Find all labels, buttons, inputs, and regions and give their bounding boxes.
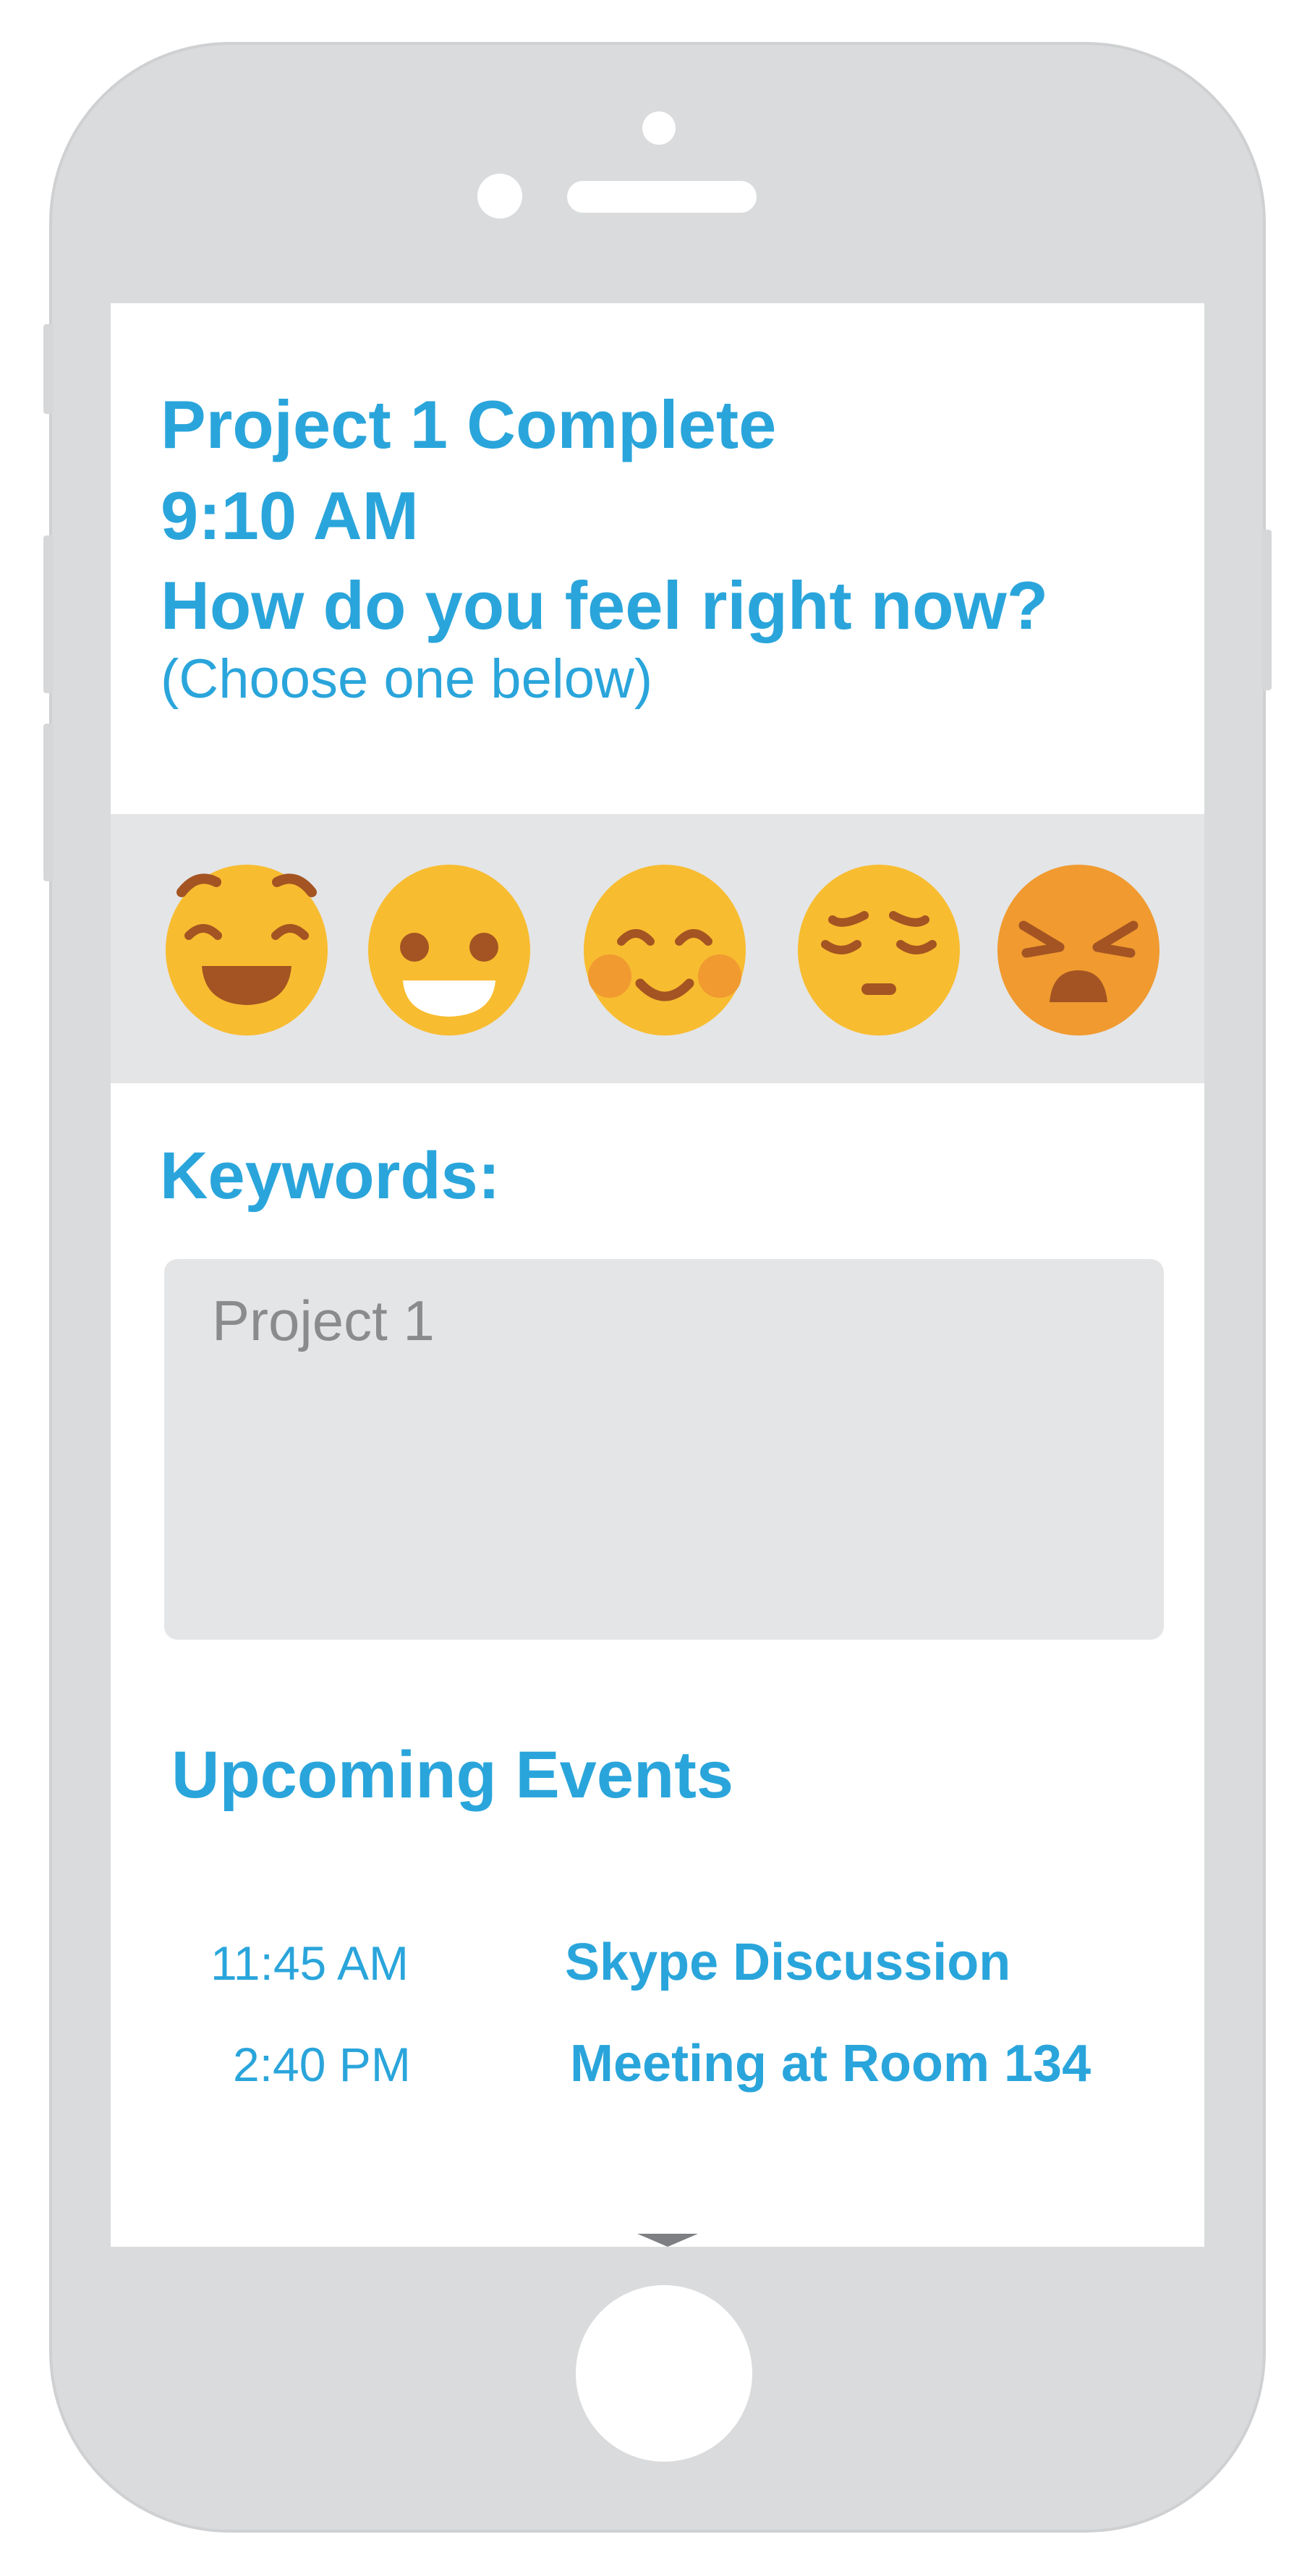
earpiece-speaker [567, 181, 757, 213]
mute-switch[interactable] [43, 324, 54, 414]
event-time: 2:40 PM [233, 2038, 411, 2091]
page-title: Project 1 Complete [161, 386, 777, 462]
mood-happy-button[interactable] [368, 865, 530, 1035]
pensive-face-icon [798, 865, 960, 1035]
upcoming-events-title: Upcoming Events [171, 1738, 734, 1812]
mood-sad-button[interactable] [798, 865, 960, 1035]
keywords-label: Keywords: [160, 1139, 501, 1213]
mood-grinning-button[interactable] [166, 865, 328, 1035]
blushing-face-icon [584, 865, 746, 1035]
power-button[interactable] [1261, 530, 1272, 690]
phone-screen: Project 1 Complete 9:10 AM How do you fe… [111, 303, 1204, 2247]
mood-question: How do you feel right now? [161, 567, 1049, 643]
front-camera [642, 111, 676, 145]
volume-down-button[interactable] [43, 724, 54, 881]
home-button[interactable] [576, 2285, 752, 2462]
scroll-handle-icon[interactable] [637, 2234, 698, 2247]
volume-up-button[interactable] [43, 535, 54, 693]
angry-face-icon [997, 865, 1159, 1035]
grinning-face-icon [166, 865, 328, 1035]
mood-hint: (Choose one below) [161, 648, 653, 710]
keywords-input[interactable]: Project 1 [164, 1259, 1164, 1640]
mood-angry-button[interactable] [997, 865, 1159, 1035]
proximity-sensor [477, 174, 522, 219]
event-name[interactable]: Skype Discussion [565, 1933, 1010, 1992]
event-time: 11:45 AM [210, 1936, 409, 1990]
event-name[interactable]: Meeting at Room 134 [570, 2034, 1091, 2093]
timestamp: 9:10 AM [161, 478, 419, 554]
smiling-face-icon [368, 865, 530, 1035]
mood-content-button[interactable] [584, 865, 746, 1035]
